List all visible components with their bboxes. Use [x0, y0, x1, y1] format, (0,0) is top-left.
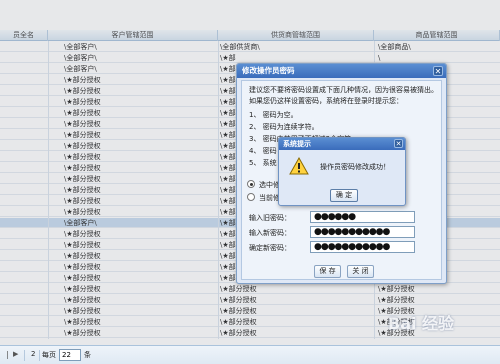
old-password-field[interactable]: ●●●●●●: [310, 211, 415, 223]
save-button[interactable]: 保 存: [314, 265, 341, 278]
radio-selected-option[interactable]: [247, 180, 255, 188]
next-page-icon[interactable]: ▶: [13, 350, 18, 358]
per-page-input[interactable]: [59, 349, 81, 361]
confirm-password-field[interactable]: ●●●●●●●●●●●: [310, 241, 415, 253]
hint-line-1: 建议您不要将密码设置成下面几种情况，因为很容易被猜出。: [249, 86, 438, 94]
per-page-unit: 条: [84, 351, 91, 359]
close-button[interactable]: 关 闭: [347, 265, 374, 278]
alert-ok-button[interactable]: 确 定: [330, 189, 358, 202]
confirm-password-label: 确定新密码：: [249, 244, 291, 252]
radio-selected-label: 选中修: [259, 181, 280, 189]
first-page-icon[interactable]: |: [6, 350, 9, 359]
radio-current-option[interactable]: [247, 193, 255, 201]
new-password-label: 输入新密码：: [249, 229, 291, 237]
warning-icon: [289, 157, 309, 175]
hint-line-2: 如果您仍这样设置密码，系统将在登录时提示您：: [249, 97, 403, 105]
pagination-bar: | ▶ 2 每页 条: [0, 345, 500, 364]
hint-item-4: 4、 密码: [249, 147, 277, 155]
new-password-field[interactable]: ●●●●●●●●●●●: [310, 226, 415, 238]
alert-close-icon[interactable]: ✕: [394, 139, 403, 148]
dialog-title[interactable]: 修改操作员密码: [237, 64, 446, 78]
old-password-label: 输入旧密码：: [249, 214, 291, 222]
dialog-close-icon[interactable]: ✕: [433, 66, 443, 76]
alert-title[interactable]: 系统提示: [279, 138, 405, 150]
per-page-label: 每页: [42, 351, 56, 359]
system-alert-dialog: 系统提示 ✕ 操作员密码修改成功！ 确 定: [278, 137, 406, 206]
watermark-logo: Bai 经验: [388, 314, 455, 333]
hint-item-5: 5、 系统: [249, 159, 277, 167]
radio-current-label: 当前修: [259, 194, 280, 202]
page-number: 2: [31, 350, 36, 358]
hint-item-1: 1、 密码为空。: [249, 111, 298, 119]
alert-message: 操作员密码修改成功！: [320, 163, 390, 171]
hint-item-2: 2、 密码为连续字符。: [249, 123, 319, 131]
